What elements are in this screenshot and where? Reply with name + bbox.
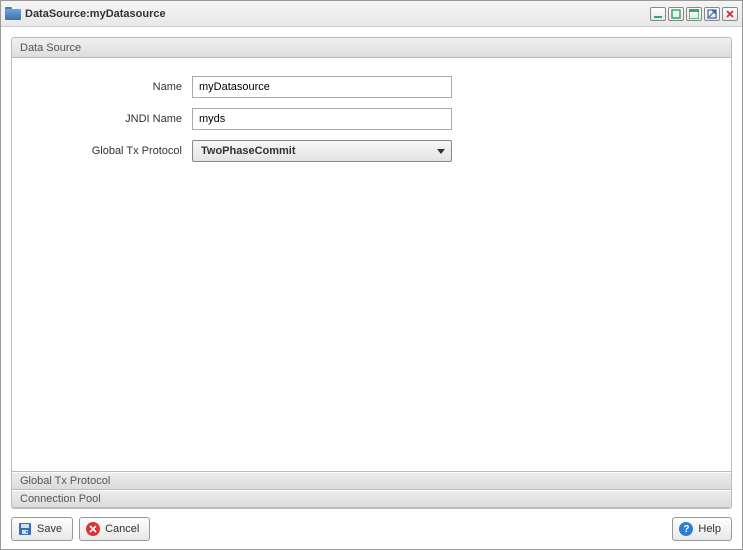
externalize-icon (707, 9, 717, 19)
restore-icon (671, 9, 681, 19)
window: DataSource:myDatasource Data Source (0, 0, 743, 550)
data-source-panel: Data Source Name JNDI Name Global Tx Pro… (11, 37, 732, 509)
maximize-icon (689, 9, 699, 19)
save-button[interactable]: Save (11, 517, 73, 541)
chevron-down-icon (437, 149, 445, 154)
close-icon (725, 9, 735, 19)
collapsed-sections: Global Tx Protocol Connection Pool (12, 471, 731, 508)
titlebar: DataSource:myDatasource (1, 1, 742, 27)
help-icon: ? (679, 522, 693, 536)
name-label: Name (22, 81, 192, 93)
name-input[interactable] (192, 76, 452, 98)
panel-body: Name JNDI Name Global Tx Protocol TwoPha… (12, 58, 731, 471)
jndi-label: JNDI Name (22, 113, 192, 125)
maximize-button[interactable] (686, 7, 702, 21)
jndi-input[interactable] (192, 108, 452, 130)
protocol-value: TwoPhaseCommit (201, 145, 296, 157)
form-row-jndi: JNDI Name (22, 108, 721, 130)
restore-button[interactable] (668, 7, 684, 21)
folder-icon (5, 7, 21, 20)
content-area: Data Source Name JNDI Name Global Tx Pro… (1, 27, 742, 509)
protocol-label: Global Tx Protocol (22, 145, 192, 157)
close-button[interactable] (722, 7, 738, 21)
externalize-button[interactable] (704, 7, 720, 21)
section-label: Global Tx Protocol (20, 475, 110, 487)
minimize-icon (653, 10, 663, 18)
section-connection-pool[interactable]: Connection Pool (12, 490, 731, 508)
minimize-button[interactable] (650, 7, 666, 21)
save-label: Save (37, 523, 62, 535)
protocol-select[interactable]: TwoPhaseCommit (192, 140, 452, 162)
form-row-protocol: Global Tx Protocol TwoPhaseCommit (22, 140, 721, 162)
panel-title: Data Source (20, 42, 81, 54)
cancel-label: Cancel (105, 523, 139, 535)
window-controls (650, 7, 738, 21)
section-label: Connection Pool (20, 493, 101, 505)
section-global-tx-protocol[interactable]: Global Tx Protocol (12, 472, 731, 490)
save-icon (18, 522, 32, 536)
help-label: Help (698, 523, 721, 535)
footer: Save Cancel ? Help (1, 509, 742, 549)
help-button[interactable]: ? Help (672, 517, 732, 541)
window-title: DataSource:myDatasource (25, 8, 166, 20)
cancel-icon (86, 522, 100, 536)
form-row-name: Name (22, 76, 721, 98)
panel-header: Data Source (12, 38, 731, 58)
cancel-button[interactable]: Cancel (79, 517, 150, 541)
